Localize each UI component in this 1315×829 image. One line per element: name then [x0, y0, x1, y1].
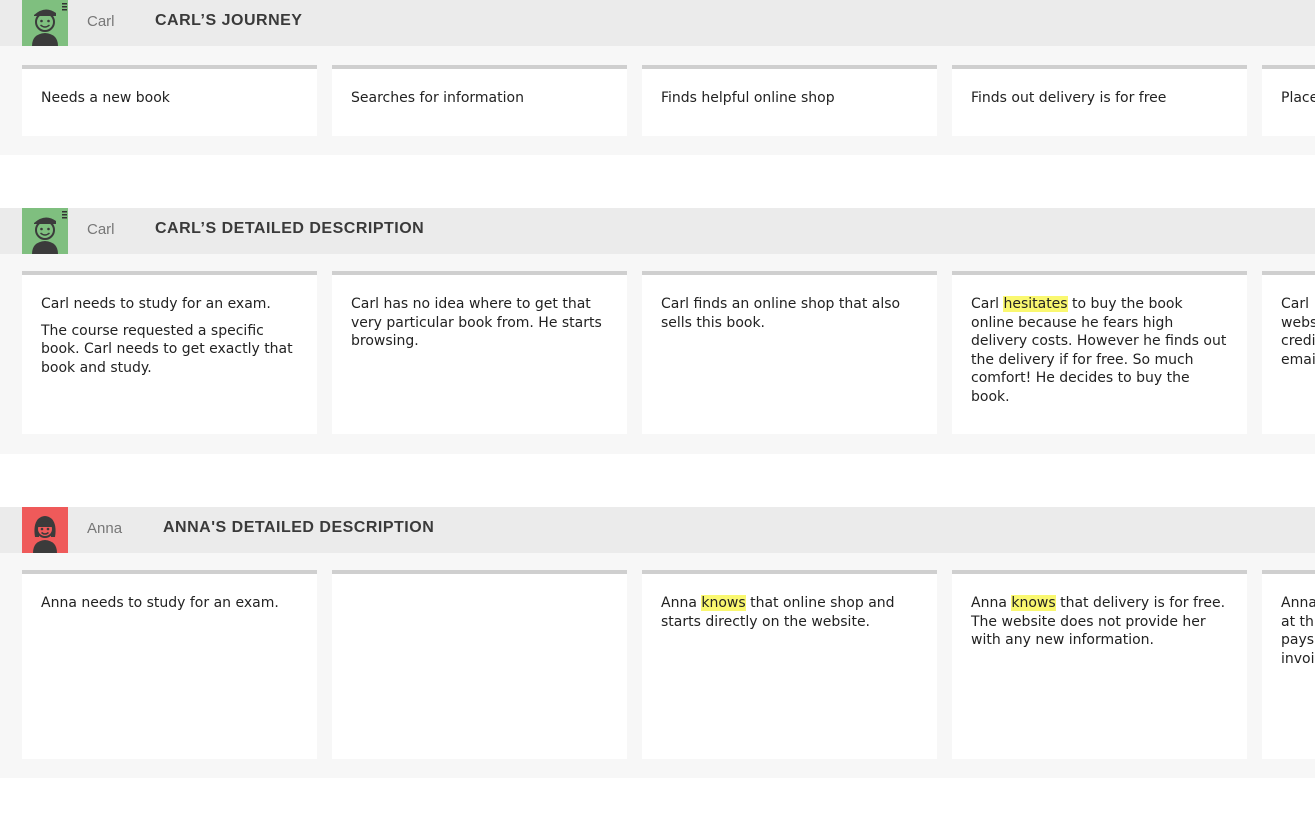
boy-cap-icon[interactable] [22, 208, 68, 254]
persona-name: Carl [87, 221, 115, 238]
description-card[interactable]: Carl finds an online shop that also sell… [642, 271, 937, 434]
card-text: Finds out delivery is for free [971, 90, 1167, 106]
lane-header: Carl CARL’S JOURNEY [0, 0, 1315, 46]
card-text: Searches for information [351, 90, 524, 106]
card-text: The course requested a specific book. Ca… [41, 322, 293, 376]
journey-card[interactable]: Searches for information [332, 65, 627, 136]
description-card[interactable]: Carl needs to study for an exam. The cou… [22, 271, 317, 434]
card-text: Anna knows that delivery is for free. Th… [971, 594, 1228, 650]
lane-body: Carl needs to study for an exam. The cou… [0, 254, 1315, 454]
journey-card[interactable]: Finds out delivery is for free [952, 65, 1247, 136]
card-text: Anna knows that online shop and starts d… [661, 594, 918, 631]
card-text: Anna needs to study for an exam. [41, 595, 279, 611]
card-text: Carl webs credi emai [1281, 296, 1315, 368]
card-text: Place [1281, 90, 1315, 106]
card-text-pre: Anna [661, 595, 702, 611]
description-card[interactable] [332, 570, 627, 759]
persona-name: Carl [87, 13, 115, 30]
girl-pigtails-icon[interactable] [22, 507, 68, 553]
highlighted-word: knows [701, 595, 746, 611]
highlighted-word: hesitates [1003, 296, 1068, 312]
description-card[interactable]: Anna needs to study for an exam. [22, 570, 317, 759]
card-text-pre: Carl [971, 296, 1004, 312]
lane-body: Anna needs to study for an exam. Anna kn… [0, 553, 1315, 778]
description-card[interactable]: Anna at th pays invoi [1262, 570, 1315, 759]
lane-title: ANNA'S DETAILED DESCRIPTION [163, 519, 435, 536]
card-text: Carl needs to study for an exam. [41, 296, 271, 312]
boy-cap-icon[interactable] [22, 0, 68, 46]
journey-card[interactable]: Finds helpful online shop [642, 65, 937, 136]
card-text: Anna at th pays invoi [1281, 595, 1315, 667]
persona-name: Anna [87, 520, 123, 537]
lane-header: Anna ANNA'S DETAILED DESCRIPTION [0, 507, 1315, 553]
card-text-post: to buy the book online because he fears … [971, 296, 1227, 405]
lane-title: CARL’S DETAILED DESCRIPTION [155, 220, 425, 237]
card-text-pre: Anna [971, 595, 1012, 611]
description-card[interactable]: Anna knows that delivery is for free. Th… [952, 570, 1247, 759]
journey-card[interactable]: Place [1262, 65, 1315, 136]
highlighted-word: knows [1011, 595, 1056, 611]
card-text: Carl has no idea where to get that very … [351, 296, 602, 349]
journey-card[interactable]: Needs a new book [22, 65, 317, 136]
description-card[interactable]: Carl webs credi emai [1262, 271, 1315, 434]
card-text: Carl finds an online shop that also sell… [661, 296, 901, 331]
lane-header: Carl CARL’S DETAILED DESCRIPTION [0, 208, 1315, 254]
description-card[interactable]: Carl hesitates to buy the book online be… [952, 271, 1247, 434]
description-card[interactable]: Carl has no idea where to get that very … [332, 271, 627, 434]
card-text: Finds helpful online shop [661, 90, 835, 106]
description-card[interactable]: Anna knows that online shop and starts d… [642, 570, 937, 759]
card-text: Carl hesitates to buy the book online be… [971, 295, 1228, 406]
lane-title: CARL’S JOURNEY [155, 12, 303, 29]
lane-body: Needs a new book Searches for informatio… [0, 46, 1315, 155]
card-text: Needs a new book [41, 90, 170, 106]
